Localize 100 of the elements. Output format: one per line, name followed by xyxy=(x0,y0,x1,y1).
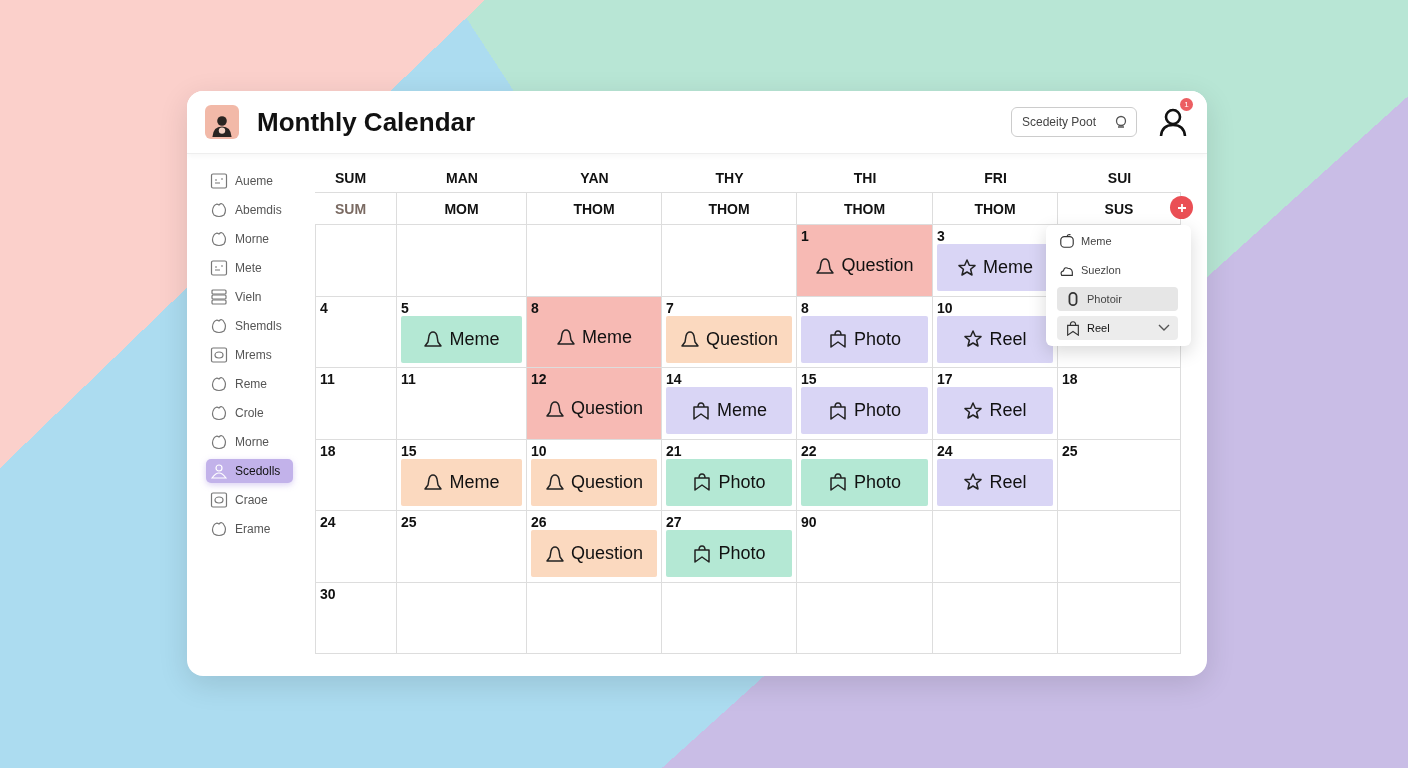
day-cell[interactable]: 1 Question xyxy=(797,225,933,297)
search-field[interactable]: Scedeity Poot xyxy=(1011,107,1137,137)
stack-icon xyxy=(210,288,228,306)
event-chip[interactable]: Question xyxy=(666,315,792,363)
event-chip[interactable]: Meme xyxy=(666,387,792,434)
event-chip[interactable]: Reel xyxy=(937,458,1053,506)
bag-icon xyxy=(692,543,713,564)
menu-item[interactable]: Photoir xyxy=(1057,287,1178,311)
sidebar-item[interactable]: Craoe xyxy=(206,488,293,512)
day-cell[interactable]: 7 Question xyxy=(662,296,797,368)
event-chip[interactable]: Meme xyxy=(401,315,522,363)
day-cell[interactable]: 22 Photo xyxy=(797,439,933,511)
blob-icon xyxy=(210,433,228,451)
day-cell[interactable] xyxy=(315,225,397,297)
day-cell[interactable]: 25 xyxy=(1058,439,1181,511)
weekday-label: SUI xyxy=(1058,163,1181,193)
bag-icon xyxy=(827,329,848,349)
event-chip[interactable]: Question xyxy=(531,530,657,577)
day-cell[interactable] xyxy=(797,582,933,654)
sidebar-item[interactable]: Aueme xyxy=(206,169,293,193)
bell-icon xyxy=(679,329,700,349)
sidebar-item[interactable]: Reme xyxy=(206,372,293,396)
event-chip[interactable]: Reel xyxy=(937,387,1053,434)
day-cell[interactable]: 15 Photo xyxy=(797,368,933,440)
day-cell[interactable] xyxy=(933,582,1058,654)
day-number: 10 xyxy=(530,441,547,459)
day-number: 4 xyxy=(319,298,328,316)
event-chip[interactable]: Question xyxy=(531,458,657,506)
day-cell[interactable]: 4 xyxy=(315,296,397,368)
event-chip[interactable]: Meme xyxy=(401,458,522,506)
event-chip[interactable]: Question xyxy=(527,387,661,439)
day-cell[interactable]: 11 xyxy=(315,368,397,440)
day-cell[interactable] xyxy=(662,582,797,654)
day-cell[interactable] xyxy=(397,582,527,654)
day-number: 30 xyxy=(319,584,336,602)
day-cell[interactable]: 5 Meme xyxy=(397,296,527,368)
day-cell[interactable]: 8 Meme xyxy=(527,296,662,368)
sidebar-item[interactable]: Morne xyxy=(206,430,293,454)
window-title: Monthly Calendar xyxy=(257,106,477,138)
day-cell[interactable] xyxy=(527,582,662,654)
day-number: 14 xyxy=(665,370,682,387)
event-chip[interactable]: Reel xyxy=(937,315,1053,363)
day-number: 8 xyxy=(800,298,809,316)
day-cell[interactable]: 90 xyxy=(797,511,933,583)
sidebar-item[interactable]: Shemdls xyxy=(206,314,293,338)
day-cell[interactable] xyxy=(1058,582,1181,654)
day-number: 3 xyxy=(936,227,945,244)
day-cell[interactable]: 8 Photo xyxy=(797,296,933,368)
day-cell[interactable]: 10 Question xyxy=(527,439,662,511)
day-cell[interactable] xyxy=(397,225,527,297)
day-cell[interactable]: 17 Reel xyxy=(933,368,1058,440)
sidebar-item[interactable]: Mrems xyxy=(206,343,293,367)
day-cell[interactable] xyxy=(1058,511,1181,583)
day-cell[interactable] xyxy=(527,225,662,297)
day-cell[interactable]: 18 xyxy=(315,439,397,511)
sidebar-item[interactable]: Scedolls xyxy=(206,459,293,483)
bell-icon xyxy=(423,329,444,349)
sidebar-item[interactable]: Mete xyxy=(206,256,293,280)
column-header: THOM xyxy=(573,200,615,217)
day-number: 25 xyxy=(1061,441,1078,459)
sidebar-item[interactable]: Vieln xyxy=(206,285,293,309)
bell-icon xyxy=(556,327,576,348)
day-cell[interactable]: 12 Question xyxy=(527,368,662,440)
day-cell[interactable]: 30 xyxy=(315,582,397,654)
event-chip[interactable]: Question xyxy=(797,244,932,296)
user-icon[interactable] xyxy=(1159,107,1187,137)
day-cell[interactable]: 15 Meme xyxy=(397,439,527,511)
blob-icon xyxy=(210,375,228,393)
day-cell[interactable]: 14 Meme xyxy=(662,368,797,440)
sidebar-item[interactable]: Morne xyxy=(206,227,293,251)
day-cell[interactable]: 24 Reel xyxy=(933,439,1058,511)
person-icon xyxy=(210,462,228,480)
day-cell[interactable]: 24 xyxy=(315,511,397,583)
event-chip[interactable]: Meme xyxy=(527,315,661,367)
event-chip[interactable]: Photo xyxy=(801,458,928,506)
column-header: THOM xyxy=(708,200,750,217)
sidebar-item[interactable]: Crole xyxy=(206,401,293,425)
day-number: 17 xyxy=(936,370,953,387)
day-cell[interactable]: 21 Photo xyxy=(662,439,797,511)
weekday-label: THI xyxy=(797,163,933,193)
event-chip[interactable]: Photo xyxy=(666,458,792,506)
sidebar-item[interactable]: Erame xyxy=(206,517,293,541)
day-number: 26 xyxy=(530,513,547,530)
plus-icon xyxy=(1176,202,1187,213)
day-cell[interactable]: 27 Photo xyxy=(662,511,797,583)
sidebar-item[interactable]: Abemdis xyxy=(206,198,293,222)
event-chip[interactable]: Photo xyxy=(801,387,928,434)
day-number: 21 xyxy=(665,441,682,459)
event-chip[interactable]: Photo xyxy=(666,530,792,577)
menu-item[interactable]: Reel xyxy=(1057,316,1178,340)
day-cell[interactable]: 26 Question xyxy=(527,511,662,583)
day-cell[interactable]: 18 xyxy=(1058,368,1181,440)
blob-icon xyxy=(210,520,228,538)
event-chip[interactable]: Photo xyxy=(801,315,928,363)
add-button[interactable] xyxy=(1170,196,1193,219)
day-cell[interactable]: 25 xyxy=(397,511,527,583)
blob-icon xyxy=(210,317,228,335)
day-cell[interactable] xyxy=(933,511,1058,583)
square-icon xyxy=(210,346,228,364)
card-icon xyxy=(210,172,228,190)
